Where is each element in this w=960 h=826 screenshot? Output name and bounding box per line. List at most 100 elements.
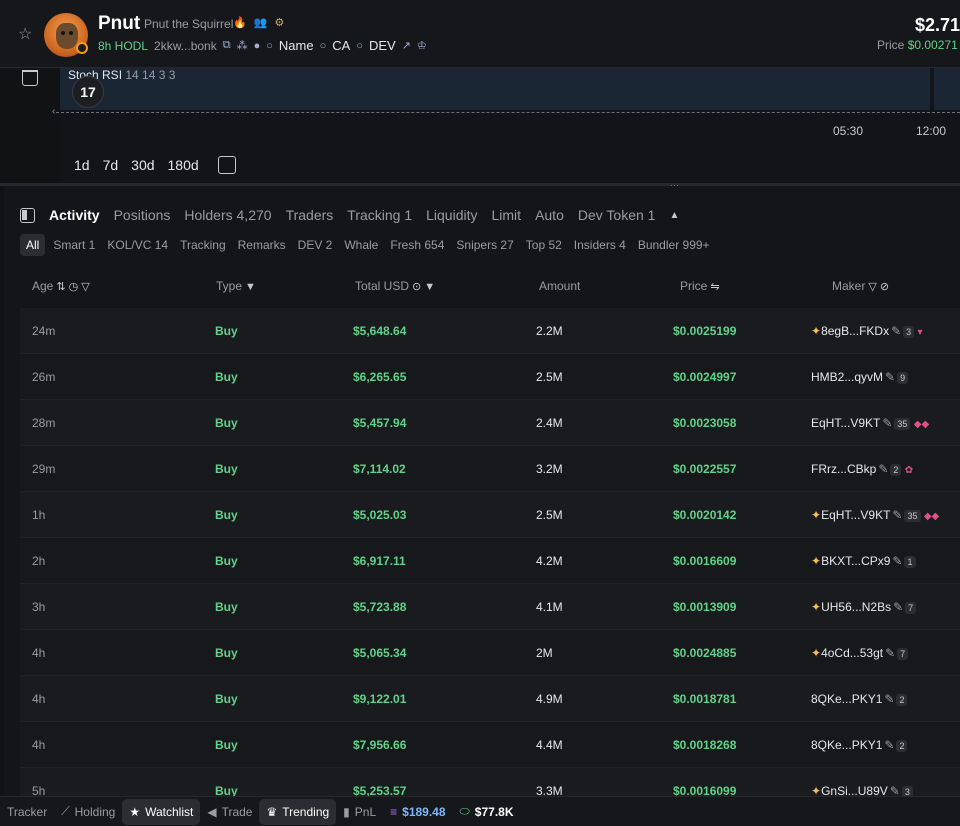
table-row[interactable]: 4h Buy $9,122.01 4.9M $0.0018781 8QKe...PKY1 ✎… [20,676,960,722]
filter-icon[interactable]: ▼ [245,281,256,293]
table-row[interactable]: 2h Buy $6,917.11 4.2M $0.0016609 ✦BKXT...CPx9… [20,538,960,584]
sort-icon[interactable]: ⇅ [56,281,65,293]
maker-address[interactable]: BKXT...CPx9 [821,554,890,568]
filter-top[interactable]: Top 52 [522,234,566,256]
table-row[interactable]: 24m Buy $5,648.64 2.2M $0.0025199 ✦8egB...FKD… [20,308,960,354]
chevron-left-icon[interactable]: ‹ [52,106,55,117]
social-icons[interactable]: 🔥 👥 ⚙ [233,16,286,29]
table-row[interactable]: 4h Buy $5,065.34 2M $0.0024885 ✦4oCd...53gt ✎ 7 [20,630,960,676]
cell-maker[interactable]: EqHT...V9KT ✎ 35 ◆◆ [811,416,929,430]
solscan-icon[interactable]: ● [254,40,261,52]
filter-smart[interactable]: Smart 1 [49,234,99,256]
filter-dev[interactable]: DEV 2 [294,234,337,256]
tab-traders[interactable]: Traders [286,207,334,223]
col-type[interactable]: Type ▼ [216,279,256,293]
footer-tracker[interactable]: Tracker [0,799,54,825]
maker-address[interactable]: 8QKe...PKY1 [811,738,882,752]
footer-usd-balance[interactable]: ⬭ $77.8K [453,799,521,825]
trash-icon[interactable] [22,70,38,86]
edit-icon[interactable]: ✎ [882,416,892,430]
maker-address[interactable]: GnSi...U89V [821,784,888,796]
cell-maker[interactable]: ✦EqHT...V9KT ✎ 35 ◆◆ [811,508,939,522]
filter-remarks[interactable]: Remarks [234,234,290,256]
cell-maker[interactable]: ✦UH56...N2Bs ✎ 7 [811,600,917,614]
hide-icon[interactable]: ⊘ [880,281,889,293]
filter-snipers[interactable]: Snipers 27 [452,234,517,256]
cell-maker[interactable]: 8QKe...PKY1 ✎ 2 [811,738,908,752]
filter-icon[interactable]: ▽ [868,281,876,293]
tab-positions[interactable]: Positions [114,207,171,223]
tab-tracking[interactable]: Tracking 1 [347,207,412,223]
edit-icon[interactable]: ✎ [884,692,894,706]
footer-trending[interactable]: ♛ Trending [259,798,337,825]
footer-pnl[interactable]: ▮ PnL [336,799,383,825]
filter-tracking[interactable]: Tracking [176,234,230,256]
calendar-icon[interactable] [218,156,236,174]
table-row[interactable]: 28m Buy $5,457.94 2.4M $0.0023058 EqHT...V9KT… [20,400,960,446]
stoch-rsi-pane-right[interactable] [934,68,960,110]
tab-holders[interactable]: Holders 4,270 [184,207,271,223]
tab-limit[interactable]: Limit [492,207,522,223]
token-address[interactable]: 2kkw...bonk [154,39,217,53]
cell-maker[interactable]: ✦4oCd...53gt ✎ 7 [811,646,909,660]
table-row[interactable]: 4h Buy $7,956.66 4.4M $0.0018268 8QKe...PKY1 ✎… [20,722,960,768]
search-icon[interactable]: ○ [320,40,327,52]
sidebar-toggle-icon[interactable] [20,207,35,223]
footer-watchlist[interactable]: ★ Watchlist [122,798,201,825]
filter-fresh[interactable]: Fresh 654 [386,234,448,256]
cell-maker[interactable]: HMB2...qyvM ✎ 9 [811,370,909,384]
currency-toggle-icon[interactable]: ⊙ [412,281,421,293]
footer-holding-label[interactable]: Holding [75,805,116,819]
cell-maker[interactable]: ✦8egB...FKDx ✎ 3 ▾ [811,324,923,338]
tab-activity[interactable]: Activity [49,207,100,223]
filter-kol-vc[interactable]: KOL/VC 14 [103,234,172,256]
edit-icon[interactable]: ✎ [878,462,888,476]
footer-holding[interactable]: ⟋ Holding [54,799,122,825]
col-maker-label[interactable]: Maker [832,279,865,293]
clock-icon[interactable]: ◷ [69,281,79,293]
edit-icon[interactable]: ✎ [885,370,895,384]
footer-pnl-label[interactable]: PnL [355,805,376,819]
cell-maker[interactable]: 8QKe...PKY1 ✎ 2 [811,692,908,706]
edit-icon[interactable]: ✎ [893,600,903,614]
search-dev-link[interactable]: DEV [369,38,396,53]
group-icon[interactable]: ⁂ [237,39,248,52]
maker-address[interactable]: HMB2...qyvM [811,370,883,384]
tab-liquidity[interactable]: Liquidity [426,207,477,223]
col-amount[interactable]: Amount [539,279,580,293]
col-price-label[interactable]: Price [680,279,707,293]
maker-address[interactable]: EqHT...V9KT [821,508,890,522]
edit-icon[interactable]: ✎ [890,784,900,796]
filter-all[interactable]: All [20,234,46,256]
footer-sol-balance[interactable]: ≡ $189.48 [383,799,452,825]
edit-icon[interactable]: ✎ [891,324,901,338]
filter-insiders[interactable]: Insiders 4 [570,234,630,256]
maker-address[interactable]: 8egB...FKDx [821,324,889,338]
search-ca-link[interactable]: CA [332,38,350,53]
edit-icon[interactable]: ✎ [885,646,895,660]
footer-trade-label[interactable]: Trade [222,805,253,819]
col-age[interactable]: Age ⇅ ◷ ▽ [32,279,90,293]
maker-address[interactable]: UH56...N2Bs [821,600,891,614]
maker-address[interactable]: 4oCd...53gt [821,646,883,660]
token-symbol[interactable]: Pnut [98,13,140,35]
maker-address[interactable]: FRrz...CBkp [811,462,876,476]
table-row[interactable]: 29m Buy $7,114.02 3.2M $0.0022557 FRrz...CBkp… [20,446,960,492]
tab-auto[interactable]: Auto [535,207,564,223]
range-1d[interactable]: 1d [74,157,90,173]
col-total-usd[interactable]: Total USD ⊙ ▼ [355,279,435,293]
col-total-usd-label[interactable]: Total USD [355,279,409,293]
table-row[interactable]: 5h Buy $5,253.57 3.3M $0.0016099 ✦GnSi...U89V… [20,768,960,796]
table-row[interactable]: 3h Buy $5,723.88 4.1M $0.0013909 ✦UH56...N2Bs… [20,584,960,630]
range-180d[interactable]: 180d [168,157,199,173]
stoch-rsi-pane[interactable] [60,68,930,110]
search-icon[interactable]: ○ [266,40,273,52]
star-icon[interactable]: ☆ [18,24,32,44]
copy-icon[interactable]: ⧉ [223,39,231,52]
search-name-link[interactable]: Name [279,38,314,53]
filter-icon[interactable]: ▽ [81,281,89,293]
maker-address[interactable]: 8QKe...PKY1 [811,692,882,706]
col-price[interactable]: Price ⇋ [680,279,720,293]
search-icon[interactable]: ○ [356,40,363,52]
filter-icon[interactable]: ▼ [424,281,435,293]
